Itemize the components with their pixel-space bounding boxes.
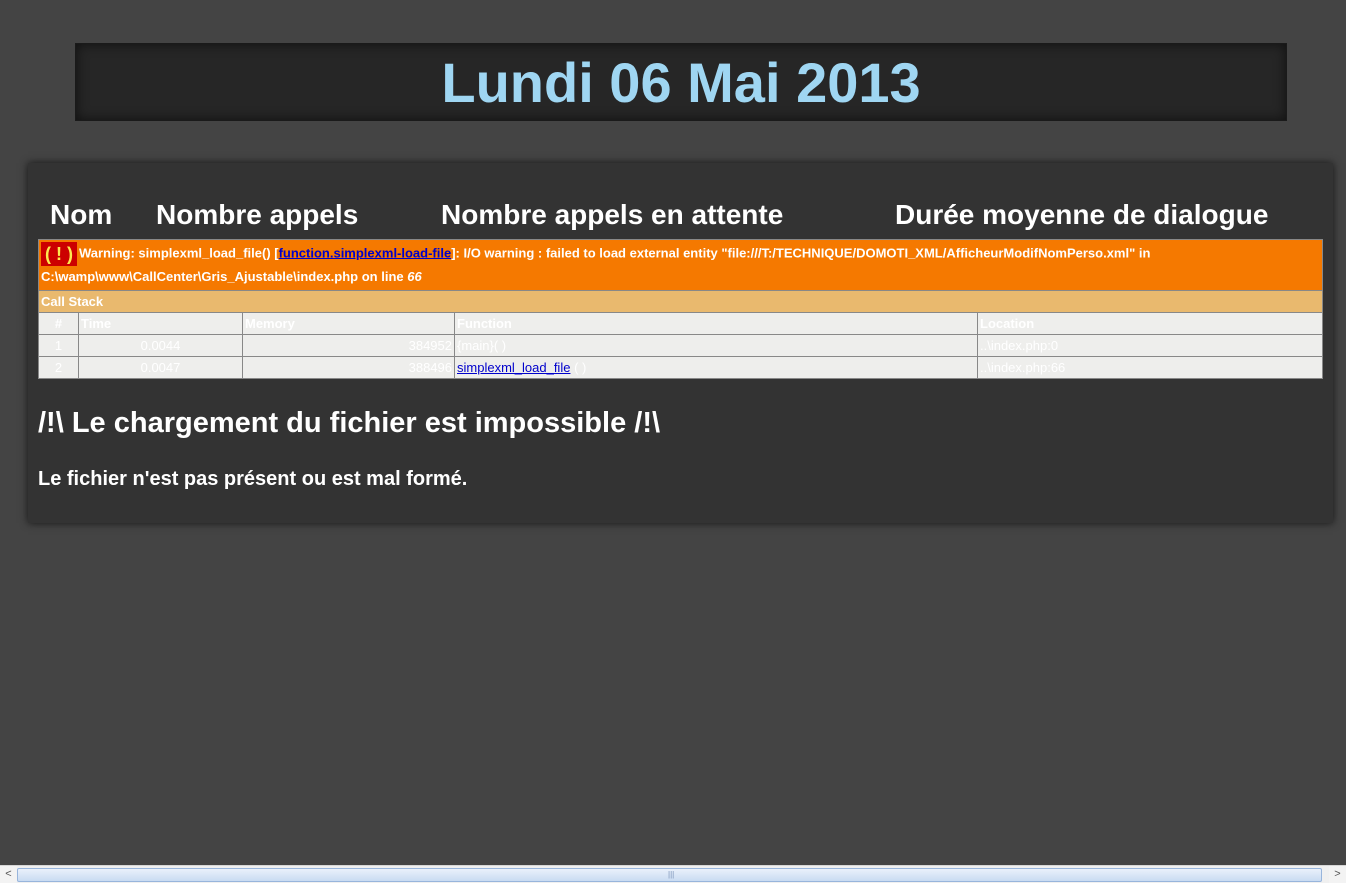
column-header-nom: Nom xyxy=(50,199,113,230)
call-stack-header-function: Function xyxy=(454,312,978,335)
scrollbar-thumb[interactable]: ||| xyxy=(17,868,1322,882)
column-header-attente: Nombre appels en attente xyxy=(441,199,784,230)
error-title: /!\ Le chargement du fichier est impossi… xyxy=(38,407,661,439)
call-stack-memory: 388496 xyxy=(242,356,455,379)
call-stack-function: {main}( ) xyxy=(454,334,978,357)
call-stack-time: 0.0047 xyxy=(78,356,243,379)
scroll-right-arrow-icon[interactable]: > xyxy=(1329,866,1346,883)
call-stack-location: ..\index.php:0 xyxy=(977,334,1323,357)
warning-row: ( ! ) Warning: simplexml_load_file() [fun… xyxy=(38,239,1323,291)
call-stack-header-memory: Memory xyxy=(242,312,455,335)
table-row: 2 0.0047 388496 simplexml_load_file ( ) … xyxy=(38,356,1323,379)
call-stack-header-row: # Time Memory Function Location xyxy=(38,312,1323,335)
call-stack-header-num: # xyxy=(38,312,79,335)
warning-icon: ( ! ) xyxy=(41,242,77,266)
call-stack-num: 1 xyxy=(38,334,79,357)
date-title: Lundi 06 Mai 2013 xyxy=(441,50,921,114)
call-stack-location: ..\index.php:66 xyxy=(977,356,1323,379)
column-header-duree: Durée moyenne de dialogue xyxy=(895,199,1269,230)
column-header-appels: Nombre appels xyxy=(156,199,359,230)
call-stack-header-time: Time xyxy=(78,312,243,335)
php-warning-table: ( ! ) Warning: simplexml_load_file() [fun… xyxy=(38,239,1323,379)
dashboard-panel: Nom Nombre appels Nombre appels en atten… xyxy=(28,163,1333,523)
call-stack-function-link[interactable]: simplexml_load_file xyxy=(457,360,570,375)
call-stack-title-row: Call Stack xyxy=(38,290,1323,313)
warning-line-number: 66 xyxy=(407,269,422,284)
scrollbar-grip-icon: ||| xyxy=(668,870,675,879)
warning-prefix: Warning: simplexml_load_file() [ xyxy=(78,245,279,261)
call-stack-time: 0.0044 xyxy=(78,334,243,357)
horizontal-scrollbar[interactable]: < ||| > xyxy=(0,865,1346,883)
warning-function-link[interactable]: function.simplexml-load-file xyxy=(279,245,452,260)
call-stack-header-location: Location xyxy=(977,312,1323,335)
error-message: Le fichier n'est pas présent ou est mal … xyxy=(38,468,468,490)
call-stack-function-paren: ( ) xyxy=(570,360,587,375)
date-banner: Lundi 06 Mai 2013 xyxy=(75,43,1287,121)
call-stack-num: 2 xyxy=(38,356,79,379)
call-stack-title: Call Stack xyxy=(38,290,1323,313)
column-headers: Nom Nombre appels Nombre appels en atten… xyxy=(28,199,1333,235)
call-stack-memory: 384952 xyxy=(242,334,455,357)
scroll-left-arrow-icon[interactable]: < xyxy=(0,866,17,883)
table-row: 1 0.0044 384952 {main}( ) ..\index.php:0 xyxy=(38,334,1323,357)
